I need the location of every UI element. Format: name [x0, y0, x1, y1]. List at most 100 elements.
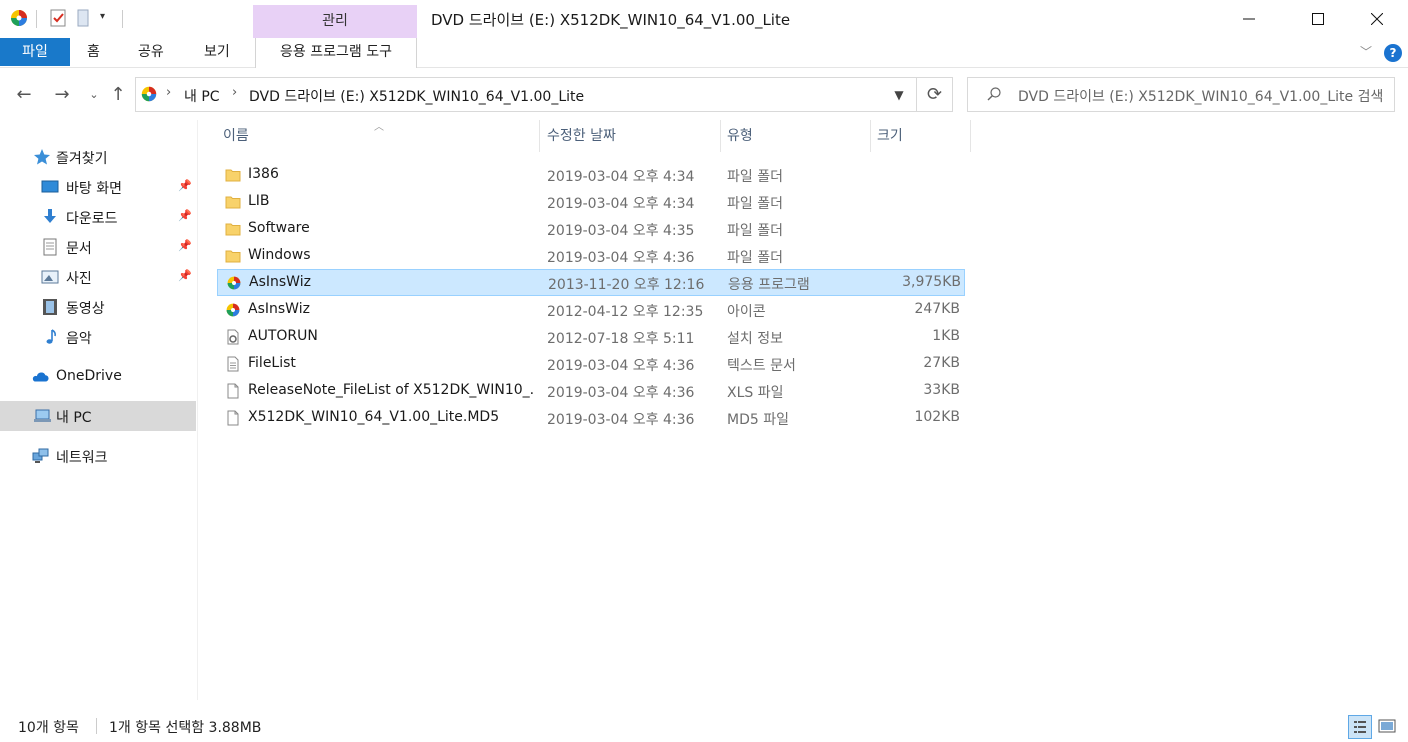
- customize-quick-access-icon[interactable]: ▾: [100, 11, 105, 22]
- new-folder-icon[interactable]: [74, 8, 94, 28]
- sidebar-item-pictures[interactable]: 사진 📌: [0, 262, 196, 292]
- window-title: DVD 드라이브 (E:) X512DK_WIN10_64_V1.00_Lite: [431, 11, 791, 29]
- maximize-button[interactable]: [1295, 0, 1341, 38]
- sidebar-item-onedrive[interactable]: OneDrive: [0, 362, 196, 392]
- refresh-icon[interactable]: ⟳: [917, 77, 953, 112]
- breadcrumb-this-pc[interactable]: 내 PC: [184, 86, 220, 106]
- table-row[interactable]: X512DK_WIN10_64_V1.00_Lite.MD5 2019-03-0…: [217, 405, 965, 432]
- separator: [36, 10, 37, 28]
- pictures-icon: [41, 270, 59, 284]
- chevron-down-icon[interactable]: ▼: [888, 84, 910, 106]
- minimize-button[interactable]: [1226, 0, 1272, 38]
- sidebar-item-desktop[interactable]: 바탕 화면 📌: [0, 172, 196, 202]
- file-date: 2012-04-12 오후 12:35: [547, 304, 704, 320]
- video-icon: [43, 299, 57, 315]
- sidebar-item-music[interactable]: 음악: [0, 322, 196, 352]
- chevron-right-icon[interactable]: ›: [166, 85, 171, 100]
- file-name: I386: [248, 166, 279, 182]
- item-count: 10개 항목: [18, 720, 79, 736]
- sidebar-item-videos[interactable]: 동영상: [0, 292, 196, 322]
- forward-arrow-icon[interactable]: →: [51, 84, 73, 106]
- sidebar-item-label: 바탕 화면: [66, 181, 122, 197]
- separator: [122, 10, 123, 28]
- column-header-size[interactable]: 크기: [871, 120, 971, 152]
- file-size: 33KB: [923, 382, 960, 398]
- pin-icon[interactable]: 📌: [178, 269, 192, 282]
- sidebar-item-downloads[interactable]: 다운로드 📌: [0, 202, 196, 232]
- table-row[interactable]: Windows 2019-03-04 오후 4:36 파일 폴더: [217, 243, 965, 270]
- search-placeholder: DVD 드라이브 (E:) X512DK_WIN10_64_V1.00_Lite…: [1018, 89, 1384, 105]
- large-icons-view-button[interactable]: [1376, 715, 1400, 739]
- app-icon: [226, 303, 240, 317]
- table-row[interactable]: AUTORUN 2012-07-18 오후 5:11 설치 정보 1KB: [217, 324, 965, 351]
- large-icons-view-icon: [1378, 719, 1396, 733]
- file-name: X512DK_WIN10_64_V1.00_Lite.MD5: [248, 409, 500, 425]
- recent-locations-icon[interactable]: ⌄: [83, 84, 105, 106]
- table-row[interactable]: AsInsWiz 2012-04-12 오후 12:35 아이콘 247KB: [217, 297, 965, 324]
- tab-manage[interactable]: 관리: [253, 5, 417, 38]
- file-date: 2013-11-20 오후 12:16: [548, 277, 705, 293]
- up-arrow-icon[interactable]: ↑: [107, 84, 129, 106]
- sidebar-item-label: 내 PC: [56, 410, 92, 426]
- column-header-date[interactable]: 수정한 날짜: [541, 120, 721, 152]
- column-header-name[interactable]: 이름: [217, 120, 540, 152]
- app-disc-icon[interactable]: [9, 8, 29, 28]
- sidebar-item-label: OneDrive: [56, 368, 122, 384]
- back-arrow-icon[interactable]: ←: [13, 84, 35, 106]
- file-date: 2019-03-04 오후 4:36: [547, 250, 695, 266]
- chevron-right-icon[interactable]: ›: [232, 85, 237, 100]
- file-date: 2019-03-04 오후 4:35: [547, 223, 695, 239]
- pin-icon[interactable]: 📌: [178, 209, 192, 222]
- search-icon: [987, 87, 1001, 101]
- document-icon: [43, 238, 57, 256]
- tab-file[interactable]: 파일: [0, 38, 70, 66]
- tab-share[interactable]: 공유: [138, 38, 164, 67]
- file-type: 파일 폴더: [727, 196, 783, 212]
- status-bar: 10개 항목 1개 항목 선택함 3.88MB: [0, 708, 1408, 742]
- sidebar-item-quick-access[interactable]: 즐겨찾기: [0, 142, 196, 172]
- sidebar-item-network[interactable]: 네트워크: [0, 441, 196, 471]
- column-header-type[interactable]: 유형: [721, 120, 871, 152]
- file-date: 2019-03-04 오후 4:36: [547, 412, 695, 428]
- folder-icon: [225, 223, 241, 236]
- pin-icon[interactable]: 📌: [178, 179, 192, 192]
- pin-icon[interactable]: 📌: [178, 239, 192, 252]
- close-button[interactable]: [1354, 0, 1400, 38]
- file-size: 102KB: [914, 409, 960, 425]
- sidebar-item-this-pc[interactable]: 내 PC: [0, 401, 196, 431]
- navigation-pane: 즐겨찾기 바탕 화면 📌 다운로드 📌 문서 📌 사진 📌 동영상 음악 One…: [0, 120, 198, 700]
- table-row[interactable]: LIB 2019-03-04 오후 4:34 파일 폴더: [217, 189, 965, 216]
- details-view-button[interactable]: [1348, 715, 1372, 739]
- table-row[interactable]: Software 2019-03-04 오후 4:35 파일 폴더: [217, 216, 965, 243]
- sidebar-item-documents[interactable]: 문서 📌: [0, 232, 196, 262]
- tab-view[interactable]: 보기: [204, 38, 230, 67]
- table-row[interactable]: ReleaseNote_FileList of X512DK_WIN10_...…: [217, 378, 965, 405]
- file-type: 파일 폴더: [727, 169, 783, 185]
- sidebar-item-label: 음악: [66, 331, 92, 347]
- expand-ribbon-icon[interactable]: ﹀: [1360, 43, 1372, 60]
- sidebar-item-label: 문서: [66, 241, 92, 257]
- file-type: 응용 프로그램: [728, 277, 810, 293]
- table-row[interactable]: I386 2019-03-04 오후 4:34 파일 폴더: [217, 162, 965, 189]
- cloud-icon: [32, 372, 49, 382]
- table-row-selected[interactable]: AsInsWiz 2013-11-20 오후 12:16 응용 프로그램 3,9…: [217, 269, 965, 296]
- computer-icon: [34, 409, 51, 422]
- network-icon: [32, 448, 49, 463]
- tab-app-tools[interactable]: 응용 프로그램 도구: [255, 38, 417, 68]
- file-list: ︿ 이름 수정한 날짜 유형 크기 I386 2019-03-04 오후 4:3…: [199, 120, 1408, 700]
- folder-icon: [225, 250, 241, 263]
- tab-home[interactable]: 홈: [87, 38, 100, 67]
- dvd-drive-icon: [141, 86, 157, 102]
- file-size: 247KB: [914, 301, 960, 317]
- file-name: ReleaseNote_FileList of X512DK_WIN10_...: [248, 382, 533, 398]
- file-date: 2019-03-04 오후 4:36: [547, 385, 695, 401]
- navigation-bar: ← → ⌄ ↑ › 내 PC › DVD 드라이브 (E:) X512DK_WI…: [0, 70, 1408, 120]
- breadcrumb-dvd-drive[interactable]: DVD 드라이브 (E:) X512DK_WIN10_64_V1.00_Lite: [249, 86, 584, 106]
- table-row[interactable]: FileList 2019-03-04 오후 4:36 텍스트 문서 27KB: [217, 351, 965, 378]
- address-bar[interactable]: › 내 PC › DVD 드라이브 (E:) X512DK_WIN10_64_V…: [135, 77, 917, 112]
- search-input[interactable]: DVD 드라이브 (E:) X512DK_WIN10_64_V1.00_Lite…: [967, 77, 1395, 112]
- properties-icon[interactable]: [48, 8, 68, 28]
- title-bar: ▾ 관리 DVD 드라이브 (E:) X512DK_WIN10_64_V1.00…: [0, 0, 1408, 38]
- file-date: 2019-03-04 오후 4:34: [547, 169, 695, 185]
- help-icon[interactable]: ?: [1384, 44, 1402, 62]
